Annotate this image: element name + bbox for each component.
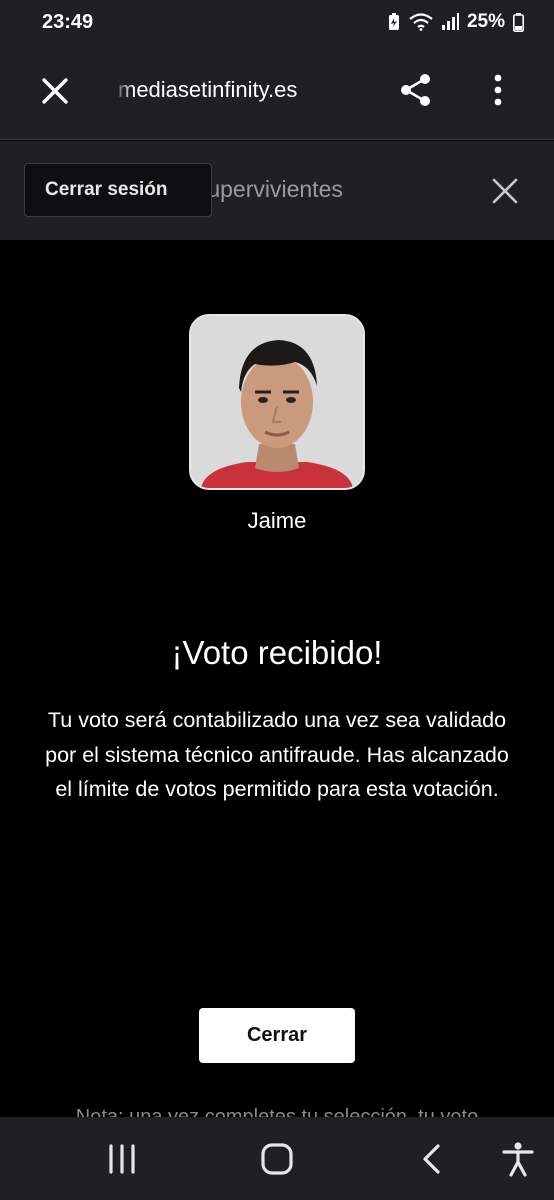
- url-fade: [112, 72, 134, 112]
- contestant-name: Jaime: [247, 508, 307, 533]
- battery-saver-icon: [388, 13, 399, 30]
- section-title: Supervivientes: [192, 176, 343, 202]
- contestant-avatar: [189, 314, 365, 490]
- home-icon[interactable]: [260, 1141, 294, 1177]
- contestant-photo: [191, 316, 363, 488]
- confirmation-title: ¡Voto recibido!: [171, 634, 383, 671]
- status-bar: 23:49 25%: [0, 0, 554, 44]
- battery-icon: [513, 12, 524, 32]
- logout-button[interactable]: Cerrar sesión: [24, 163, 212, 217]
- accessibility-icon[interactable]: [500, 1141, 536, 1177]
- recents-icon[interactable]: [106, 1141, 138, 1177]
- battery-percent: 25%: [466, 11, 505, 32]
- close-icon[interactable]: [38, 74, 72, 108]
- status-time: 23:49: [42, 10, 94, 33]
- system-navigation-bar: [0, 1117, 554, 1200]
- browser-toolbar: mediasetinfinity.es: [0, 44, 554, 140]
- back-icon[interactable]: [418, 1141, 446, 1177]
- more-vert-icon[interactable]: [486, 72, 510, 108]
- page-header: Supervivientes Cerrar sesión: [0, 141, 554, 240]
- share-icon[interactable]: [398, 72, 434, 108]
- close-button[interactable]: Cerrar: [199, 1008, 355, 1063]
- wifi-icon: [409, 13, 433, 31]
- signal-icon: [441, 13, 459, 30]
- confirmation-message: Tu voto será contabilizado una vez sea v…: [45, 708, 509, 801]
- status-icons: 25%: [387, 11, 524, 33]
- url-display[interactable]: mediasetinfinity.es: [118, 77, 297, 103]
- vote-note: Nota: una vez completes tu selección, tu…: [75, 1106, 479, 1117]
- close-icon[interactable]: [490, 176, 520, 206]
